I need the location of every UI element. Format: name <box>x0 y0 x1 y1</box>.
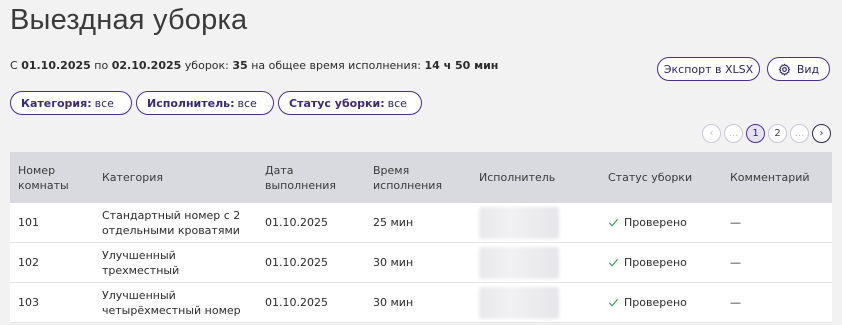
cell-category: Стандартный номер с 2 отдельными кроватя… <box>102 208 241 237</box>
table-header: Номер комнаты Категория Дата выполнения … <box>10 152 832 203</box>
export-xlsx-button[interactable]: Экспорт в XLSX <box>657 57 760 81</box>
summary-line: С 01.10.2025 по 02.10.2025 уборок: 35 на… <box>10 59 499 72</box>
cell-comment: — <box>730 216 741 229</box>
cell-comment: — <box>730 296 741 309</box>
header-time[interactable]: Время исполнения <box>373 163 468 193</box>
header-category[interactable]: Категория <box>102 170 252 185</box>
cell-date: 01.10.2025 <box>265 296 328 309</box>
header-executor[interactable]: Исполнитель <box>479 170 589 185</box>
date-to: 02.10.2025 <box>111 59 182 72</box>
view-button[interactable]: Вид <box>767 57 830 81</box>
cell-room: 103 <box>18 296 39 309</box>
cell-time: 30 мин <box>373 296 414 309</box>
filter-executor[interactable]: Исполнитель: все <box>136 91 274 115</box>
page-title: Выездная уборка <box>10 4 248 36</box>
cell-status: Проверено <box>608 215 718 230</box>
header-room[interactable]: Номер комнаты <box>18 163 88 193</box>
check-icon <box>608 298 619 307</box>
header-status[interactable]: Статус уборки <box>608 170 718 185</box>
cell-executor-redacted <box>479 206 589 239</box>
header-comment[interactable]: Комментарий <box>730 170 825 185</box>
cell-executor-redacted <box>479 286 589 319</box>
table-row[interactable]: 101 Стандартный номер с 2 отдельными кро… <box>10 203 832 243</box>
pagination-ellipsis: ... <box>790 124 809 143</box>
cell-date: 01.10.2025 <box>265 216 328 229</box>
pagination: ‹ ... 1 2 ... › <box>702 124 831 143</box>
redacted-block <box>479 206 559 239</box>
page-2-button[interactable]: 2 <box>768 124 787 143</box>
cell-date: 01.10.2025 <box>265 256 328 269</box>
total-time: 14 ч 50 мин <box>424 59 499 72</box>
redacted-block <box>479 286 559 319</box>
cell-status: Проверено <box>608 255 718 270</box>
gear-icon <box>778 63 791 76</box>
redacted-block <box>479 246 559 279</box>
next-page-button[interactable]: › <box>812 124 831 143</box>
check-icon <box>608 258 619 267</box>
table-row[interactable]: 102 Улучшенный трехместный 01.10.2025 30… <box>10 243 832 283</box>
pagination-ellipsis: ... <box>724 124 743 143</box>
filter-category[interactable]: Категория: все <box>10 91 132 115</box>
cell-category: Улучшенный трехместный <box>102 248 180 277</box>
cell-category: Улучшенный четырёхместный номер <box>102 288 241 317</box>
date-from: 01.10.2025 <box>21 59 91 72</box>
cleaning-count: 35 <box>232 59 248 72</box>
prev-page-button[interactable]: ‹ <box>702 124 721 143</box>
cell-room: 101 <box>18 216 39 229</box>
check-icon <box>608 218 619 227</box>
header-date[interactable]: Дата выполнения <box>265 163 360 193</box>
cell-status: Проверено <box>608 295 718 310</box>
cleaning-table: Номер комнаты Категория Дата выполнения … <box>10 152 832 323</box>
table-row[interactable]: 103 Улучшенный четырёхместный номер 01.1… <box>10 283 832 323</box>
cell-comment: — <box>730 256 741 269</box>
cell-time: 30 мин <box>373 256 414 269</box>
cell-executor-redacted <box>479 246 589 279</box>
filter-cleaning-status[interactable]: Статус уборки: все <box>278 91 422 115</box>
page-1-button[interactable]: 1 <box>746 124 765 143</box>
cell-room: 102 <box>18 256 39 269</box>
cell-time: 25 мин <box>373 216 414 229</box>
